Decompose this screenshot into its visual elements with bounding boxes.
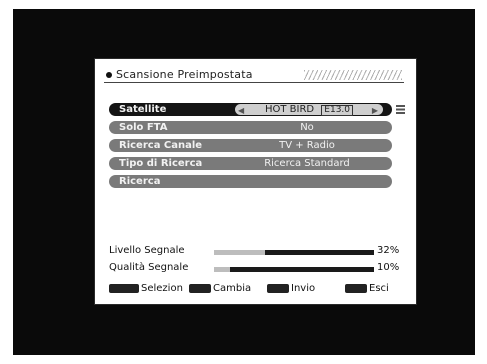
help-exit[interactable]: Esci (345, 283, 389, 294)
arrow-right-icon[interactable]: ▶ (372, 105, 378, 116)
row-label: Ricerca (119, 176, 161, 187)
row-label: Solo FTA (119, 122, 168, 133)
signal-quality-fill (230, 267, 374, 272)
help-send-label: Invio (291, 283, 316, 294)
row-value: No (300, 122, 314, 133)
bullet-icon (106, 72, 112, 78)
help-exit-label: Esci (369, 283, 389, 294)
signal-level-label: Livello Segnale (109, 245, 185, 256)
signal-quality-percent: 10% (377, 262, 400, 273)
signal-level-bar (214, 250, 374, 255)
signal-level-percent: 32% (377, 245, 400, 256)
tv-screen: Scansione Preimpostata Satellite ◀ HOT B… (13, 9, 475, 355)
satellite-name: HOT BIRD (264, 104, 315, 115)
help-select-label: Selezion (141, 283, 183, 294)
help-select[interactable]: Selezion (109, 283, 183, 294)
title-decoration (304, 70, 402, 80)
leftright-key-icon (189, 283, 211, 293)
row-label: Ricerca Canale (119, 140, 203, 151)
satellite-selector[interactable]: ◀ HOT BIRD E13.0 ▶ (235, 104, 383, 116)
list-icon[interactable] (396, 105, 405, 114)
row-label: Satellite (119, 104, 167, 115)
menu-key-icon (345, 283, 367, 293)
help-send[interactable]: Invio (267, 283, 315, 294)
help-bar: Selezion Cambia Invio Esci (109, 283, 404, 297)
help-change[interactable]: Cambia (189, 283, 251, 294)
arrow-left-icon[interactable]: ◀ (238, 105, 244, 116)
signal-quality-bar (214, 267, 374, 272)
row-value: Ricerca Standard (264, 158, 350, 169)
row-label: Tipo di Ricerca (119, 158, 203, 169)
menu-row-start-search[interactable]: Ricerca (109, 175, 392, 188)
signal-quality-label: Qualità Segnale (109, 262, 189, 273)
menu-row-satellite[interactable]: Satellite ◀ HOT BIRD E13.0 ▶ (109, 103, 392, 116)
menu-row-fta[interactable]: Solo FTA No (109, 121, 392, 134)
satellite-position: E13.0 (321, 105, 354, 116)
menu-row-search-type[interactable]: Tipo di Ricerca Ricerca Standard (109, 157, 392, 170)
menu-title: Scansione Preimpostata (116, 68, 253, 81)
menu-row-channel-search[interactable]: Ricerca Canale TV + Radio (109, 139, 392, 152)
menu-title-bar: Scansione Preimpostata (104, 68, 404, 83)
updown-key-icon (109, 283, 139, 293)
signal-level-fill (265, 250, 374, 255)
row-value: TV + Radio (279, 140, 335, 151)
scan-menu-panel: Scansione Preimpostata Satellite ◀ HOT B… (94, 58, 417, 305)
ok-key-icon (267, 283, 289, 293)
help-change-label: Cambia (213, 283, 252, 294)
